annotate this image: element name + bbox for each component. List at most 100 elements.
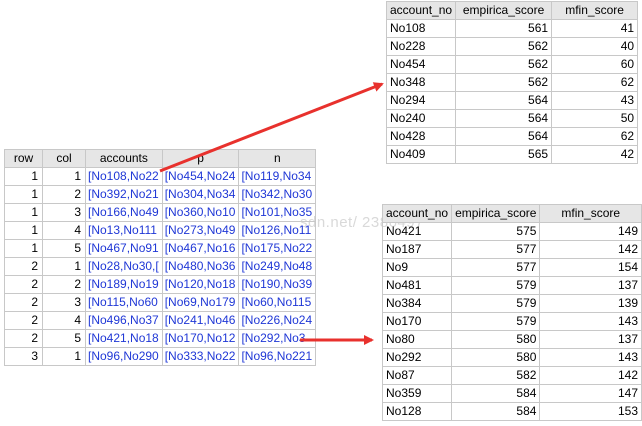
table-row[interactable]: No348 562 62 [385, 73, 639, 92]
empirica-score-cell[interactable]: 562 [455, 55, 553, 74]
column-header[interactable]: empirica_score [455, 1, 553, 20]
account-no-cell[interactable]: No359 [381, 384, 453, 403]
empirica-score-cell[interactable]: 584 [451, 384, 541, 403]
account-no-cell[interactable]: No9 [381, 258, 453, 277]
col-cell[interactable]: 4 [42, 221, 86, 240]
account-no-cell[interactable]: No384 [381, 294, 453, 313]
account-no-cell[interactable]: No187 [381, 240, 453, 259]
table-row[interactable]: No428 564 62 [385, 127, 639, 146]
table-row[interactable]: No359 584 147 [381, 384, 642, 403]
row-cell[interactable]: 1 [4, 203, 43, 222]
mfin-score-cell[interactable]: 41 [551, 19, 639, 38]
mfin-score-cell[interactable]: 153 [539, 402, 642, 421]
p-cell[interactable]: [No360,No10 [161, 203, 240, 222]
n-cell[interactable]: [No292,No3 [238, 329, 317, 348]
account-no-cell[interactable]: No348 [385, 73, 457, 92]
row-cell[interactable]: 3 [4, 347, 43, 366]
row-cell[interactable]: 2 [4, 275, 43, 294]
table-row[interactable]: 1 4 [No13,No111 [No273,No49 [No126,No11 [4, 221, 317, 240]
account-no-cell[interactable]: No240 [385, 109, 457, 128]
mfin-score-cell[interactable]: 42 [551, 145, 639, 164]
table-row[interactable]: 2 1 [No28,No30,[[No480,No36 [No249,No48 [4, 257, 317, 276]
empirica-score-cell[interactable]: 565 [455, 145, 553, 164]
col-cell[interactable]: 4 [42, 311, 86, 330]
mfin-score-cell[interactable]: 50 [551, 109, 639, 128]
row-cell[interactable]: 2 [4, 311, 43, 330]
accounts-cell[interactable]: [No496,No37 [85, 311, 163, 330]
row-cell[interactable]: 1 [4, 185, 43, 204]
empirica-score-cell[interactable]: 579 [451, 312, 541, 331]
empirica-score-cell[interactable]: 584 [451, 402, 541, 421]
n-cell[interactable]: [No101,No35 [238, 203, 317, 222]
n-cell[interactable]: [No175,No22 [238, 239, 317, 258]
n-cell[interactable]: [No226,No24 [238, 311, 317, 330]
accounts-cell[interactable]: [No28,No30,[ [85, 257, 163, 276]
column-header[interactable]: mfin_score [551, 1, 639, 20]
n-cell[interactable]: [No190,No39 [238, 275, 317, 294]
account-no-cell[interactable]: No170 [381, 312, 453, 331]
col-cell[interactable]: 3 [42, 293, 86, 312]
p-cell[interactable]: [No304,No34 [161, 185, 240, 204]
account-no-cell[interactable]: No409 [385, 145, 457, 164]
p-cell[interactable]: [No454,No24 [161, 167, 240, 186]
mfin-score-cell[interactable]: 154 [539, 258, 642, 277]
table-row[interactable]: No187 577 142 [381, 240, 642, 259]
p-cell[interactable]: [No273,No49 [161, 221, 240, 240]
mfin-score-cell[interactable]: 147 [539, 384, 642, 403]
table-row[interactable]: No80 580 137 [381, 330, 642, 349]
empirica-score-cell[interactable]: 577 [451, 258, 541, 277]
mfin-score-cell[interactable]: 40 [551, 37, 639, 56]
n-cell[interactable]: [No96,No221 [238, 347, 317, 366]
mfin-score-cell[interactable]: 62 [551, 73, 639, 92]
account-no-cell[interactable]: No128 [381, 402, 453, 421]
table-row[interactable]: No170 579 143 [381, 312, 642, 331]
col-cell[interactable]: 1 [42, 257, 86, 276]
table-row[interactable]: 1 1 [No108,No22 [No454,No24 [No119,No34 [4, 167, 317, 186]
column-header[interactable]: account_no [381, 204, 453, 223]
mfin-score-cell[interactable]: 142 [539, 240, 642, 259]
mfin-score-cell[interactable]: 143 [539, 312, 642, 331]
empirica-score-cell[interactable]: 580 [451, 330, 541, 349]
account-no-cell[interactable]: No87 [381, 366, 453, 385]
accounts-cell[interactable]: [No115,No60 [85, 293, 163, 312]
n-cell[interactable]: [No119,No34 [238, 167, 317, 186]
n-cell[interactable]: [No342,No30 [238, 185, 317, 204]
empirica-score-cell[interactable]: 577 [451, 240, 541, 259]
col-cell[interactable]: 2 [42, 185, 86, 204]
table-row[interactable]: 2 4 [No496,No37 [No241,No46 [No226,No24 [4, 311, 317, 330]
n-cell[interactable]: [No60,No115 [238, 293, 317, 312]
empirica-score-cell[interactable]: 575 [451, 222, 541, 241]
accounts-cell[interactable]: [No96,No290 [85, 347, 163, 366]
table-row[interactable]: 1 2 [No392,No21 [No304,No34 [No342,No30 [4, 185, 317, 204]
table-row[interactable]: No108 561 41 [385, 19, 639, 38]
empirica-score-cell[interactable]: 564 [455, 127, 553, 146]
p-cell[interactable]: [No467,No16 [161, 239, 240, 258]
col-cell[interactable]: 5 [42, 239, 86, 258]
table-row[interactable]: No294 564 43 [385, 91, 639, 110]
mfin-score-cell[interactable]: 137 [539, 276, 642, 295]
table-row[interactable]: No421 575 149 [381, 222, 642, 241]
table-row[interactable]: 2 3 [No115,No60 [No69,No179 [No60,No115 [4, 293, 317, 312]
table-row[interactable]: 2 2 [No189,No19 [No120,No18 [No190,No39 [4, 275, 317, 294]
account-no-cell[interactable]: No228 [385, 37, 457, 56]
account-no-cell[interactable]: No421 [381, 222, 453, 241]
p-cell[interactable]: [No333,No22 [161, 347, 240, 366]
row-cell[interactable]: 1 [4, 221, 43, 240]
column-header[interactable]: accounts [85, 149, 163, 168]
mfin-score-cell[interactable]: 137 [539, 330, 642, 349]
col-cell[interactable]: 2 [42, 275, 86, 294]
p-cell[interactable]: [No120,No18 [161, 275, 240, 294]
column-header[interactable]: col [42, 149, 86, 168]
table-row[interactable]: 1 3 [No166,No49 [No360,No10 [No101,No35 [4, 203, 317, 222]
row-cell[interactable]: 1 [4, 239, 43, 258]
table-row[interactable]: 2 5 [No421,No18 [No170,No12 [No292,No3 [4, 329, 317, 348]
p-cell[interactable]: [No480,No36 [161, 257, 240, 276]
empirica-score-cell[interactable]: 562 [455, 37, 553, 56]
table-row[interactable]: No409 565 42 [385, 145, 639, 164]
n-cell[interactable]: [No126,No11 [238, 221, 317, 240]
row-cell[interactable]: 2 [4, 293, 43, 312]
empirica-score-cell[interactable]: 561 [455, 19, 553, 38]
col-cell[interactable]: 3 [42, 203, 86, 222]
mfin-score-cell[interactable]: 62 [551, 127, 639, 146]
table-row[interactable]: No240 564 50 [385, 109, 639, 128]
